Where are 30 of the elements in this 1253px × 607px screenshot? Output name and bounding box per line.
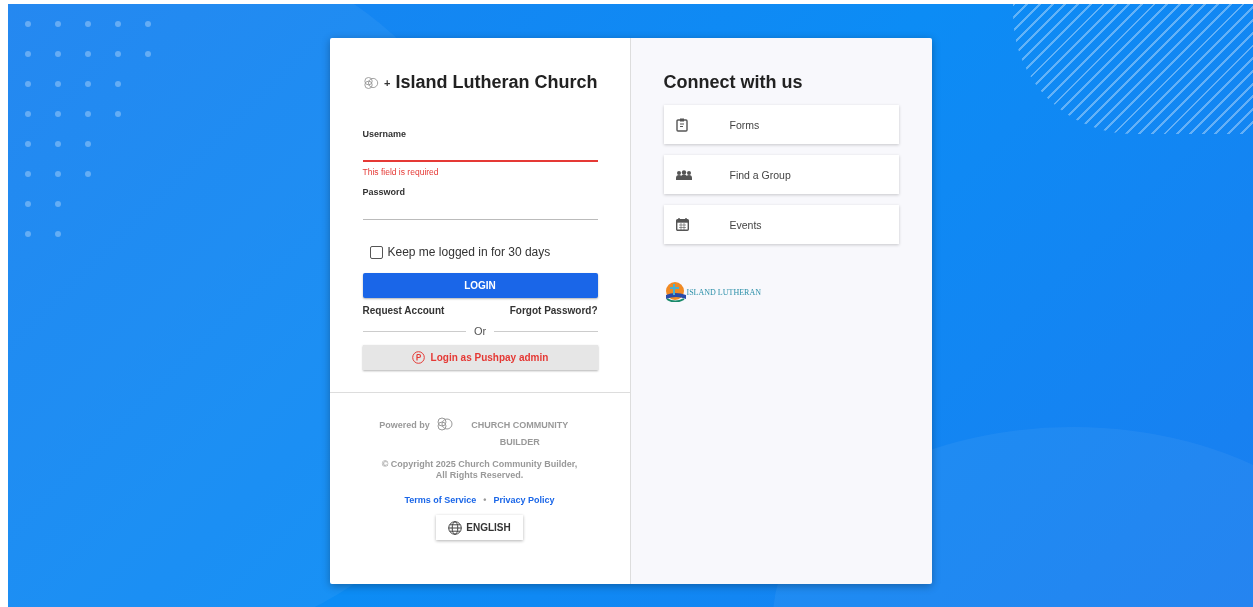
terms-link[interactable]: Terms of Service [404, 495, 477, 505]
circles-logo-icon [362, 75, 380, 90]
connect-link-card[interactable]: Events [663, 205, 899, 244]
account-link[interactable]: Forgot Password? [509, 305, 598, 316]
privacy-link[interactable]: Privacy Policy [493, 495, 555, 505]
plus-sign: + [384, 76, 391, 89]
church-name-title: Island Lutheran Church [395, 72, 598, 93]
remember-label: Keep me logged in for 30 days [387, 245, 551, 259]
people-group-icon [675, 169, 692, 180]
calendar-icon [675, 218, 689, 231]
field-label: Username [362, 129, 407, 139]
bullet-separator: • [483, 495, 487, 505]
field-label: Password [362, 187, 406, 197]
connect-title: Connect with us [663, 72, 804, 93]
remember-checkbox[interactable] [369, 245, 383, 259]
connect-link-card[interactable]: Find a Group [663, 155, 899, 194]
connect-link-card[interactable]: Forms [663, 105, 899, 144]
or-divider-label: Or [473, 325, 487, 337]
language-button[interactable]: ENGLISH [436, 515, 523, 540]
account-link[interactable]: Request Account [362, 305, 445, 316]
login-button[interactable]: LOGIN [362, 273, 598, 298]
brand-name: CHURCH COMMUNITY BUILDER [470, 419, 570, 449]
clipboard-icon [675, 117, 688, 132]
globe-icon [448, 520, 463, 535]
powered-by-label: Powered by [379, 419, 430, 432]
pushpay-logo-icon [411, 351, 425, 364]
error-message: This field is required [362, 167, 440, 177]
copyright-text: © Copyright 2025 Church Community Builder, All Rights Reserved. [380, 459, 579, 481]
ccb-logo-icon [435, 417, 454, 431]
church-logo: ISLAND LUTHERAN [663, 282, 761, 302]
